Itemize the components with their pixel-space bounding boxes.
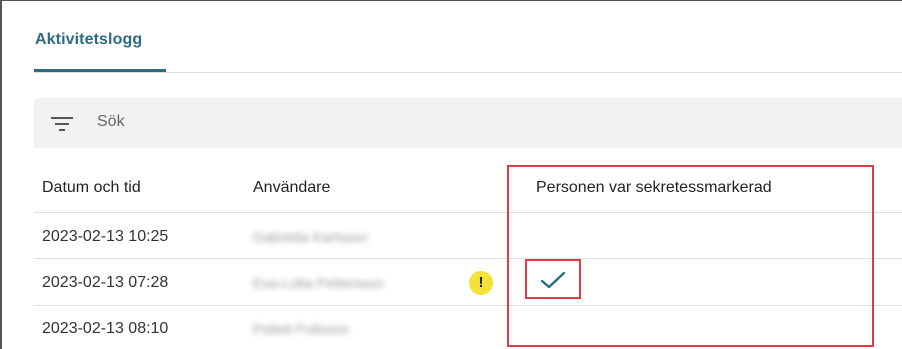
search-bar[interactable]: Sök [34,98,902,148]
warning-icon[interactable]: ! [469,271,493,295]
row-3-user: Pollett Pollsson [253,321,349,337]
row-2-user: Eva-Lotta Pettersson [253,275,384,291]
search-input[interactable]: Sök [97,113,125,131]
row-1-datetime: 2023-02-13 10:25 [42,228,169,245]
tab-divider [34,72,902,73]
row-1-user: Gabriella Karlsson [253,229,368,245]
column-header-user[interactable]: Användare [253,179,330,197]
filter-icon[interactable] [50,114,74,134]
row-2-datetime: 2023-02-13 07:28 [42,274,169,291]
tab-activity-log[interactable]: Aktivitetslogg [35,31,142,49]
secret-column-highlight [507,165,874,347]
column-header-datetime[interactable]: Datum och tid [42,179,141,197]
activity-log-panel: Aktivitetslogg Sök Datum och tid Använda… [0,0,902,349]
row-3-datetime: 2023-02-13 08:10 [42,320,169,337]
